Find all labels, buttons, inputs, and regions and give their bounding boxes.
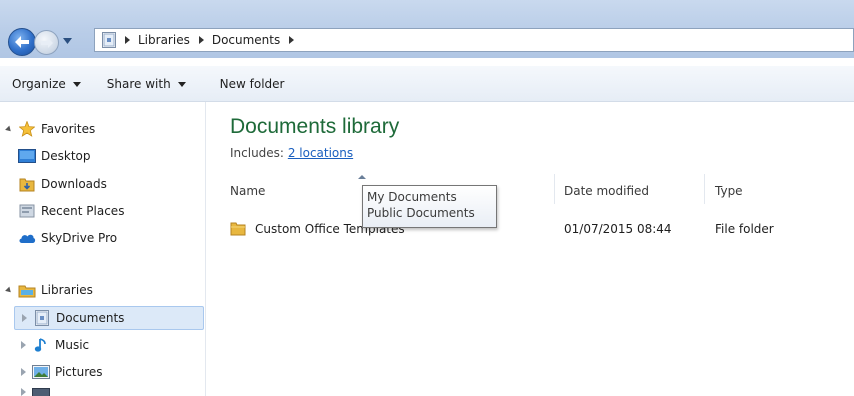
- breadcrumb-separator-icon[interactable]: [289, 36, 295, 44]
- nav-group-label: Favorites: [41, 122, 96, 136]
- nav-item-desktop[interactable]: Desktop: [18, 145, 91, 167]
- share-with-label: Share with: [106, 76, 171, 91]
- nav-item-downloads[interactable]: Downloads: [18, 173, 107, 195]
- column-header-name[interactable]: Name: [230, 184, 265, 198]
- expand-collapse-icon[interactable]: [18, 341, 28, 349]
- breadcrumb-documents[interactable]: Documents: [212, 33, 280, 47]
- file-list-pane: Documents library Includes: 2 locations …: [207, 102, 854, 396]
- organize-label: Organize: [12, 76, 66, 91]
- nav-item-partial[interactable]: [18, 388, 55, 396]
- new-folder-label: New folder: [219, 76, 285, 91]
- column-header-date-modified[interactable]: Date modified: [564, 184, 649, 198]
- nav-item-label: Music: [55, 338, 90, 352]
- nav-item-label: Recent Places: [41, 204, 125, 218]
- folder-icon: [230, 220, 246, 239]
- videos-icon: [32, 388, 50, 396]
- share-with-button[interactable]: Share with: [107, 77, 186, 91]
- documents-library-icon: [102, 32, 116, 48]
- nav-item-skydrive-pro[interactable]: SkyDrive Pro: [18, 227, 117, 249]
- nav-group-libraries[interactable]: Libraries: [4, 279, 93, 301]
- documents-icon: [33, 310, 51, 326]
- locations-link[interactable]: 2 locations: [288, 146, 353, 160]
- nav-item-documents[interactable]: Documents: [14, 306, 204, 330]
- nav-item-label: Downloads: [41, 177, 107, 191]
- downloads-icon: [18, 176, 36, 192]
- table-row[interactable]: Custom Office Templates 01/07/2015 08:44…: [230, 218, 850, 240]
- organize-button[interactable]: Organize: [12, 77, 81, 91]
- back-button[interactable]: [8, 28, 36, 56]
- file-type: File folder: [715, 222, 774, 236]
- skydrive-icon: [18, 230, 36, 246]
- breadcrumb-separator-icon[interactable]: [198, 36, 204, 44]
- recent-places-icon: [18, 203, 36, 219]
- breadcrumb-separator-icon[interactable]: [125, 36, 130, 44]
- recent-pages-dropdown-icon[interactable]: [63, 38, 72, 44]
- nav-item-pictures[interactable]: Pictures: [18, 361, 103, 383]
- tooltip-line: Public Documents: [367, 206, 475, 220]
- includes-label: Includes:: [230, 146, 284, 160]
- chevron-down-icon: [72, 81, 81, 87]
- tooltip-line: My Documents: [367, 190, 457, 204]
- command-bar: Organize Share with New folder: [0, 66, 854, 102]
- column-divider[interactable]: [554, 174, 555, 204]
- pictures-icon: [32, 364, 50, 380]
- expand-collapse-icon[interactable]: [19, 314, 29, 322]
- chevron-down-icon: [177, 81, 186, 87]
- forward-button[interactable]: [34, 30, 59, 55]
- library-includes: Includes: 2 locations: [230, 146, 353, 160]
- breadcrumb-libraries[interactable]: Libraries: [138, 33, 190, 47]
- expand-collapse-icon[interactable]: [18, 388, 28, 396]
- nav-item-recent-places[interactable]: Recent Places: [18, 200, 124, 222]
- star-icon: [18, 121, 36, 137]
- nav-item-label: Documents: [56, 311, 125, 325]
- title-bar: Libraries Documents: [0, 0, 854, 58]
- nav-group-label: Libraries: [41, 283, 93, 297]
- music-icon: [32, 337, 50, 353]
- navigation-pane: Favorites Desktop Downloads Recent Place…: [0, 102, 206, 396]
- expand-collapse-icon[interactable]: [4, 125, 14, 133]
- expand-collapse-icon[interactable]: [18, 368, 28, 376]
- desktop-icon: [18, 148, 36, 164]
- library-title: Documents library: [230, 115, 400, 138]
- locations-tooltip: My Documents Public Documents: [362, 185, 497, 228]
- new-folder-button[interactable]: New folder: [220, 77, 285, 91]
- libraries-icon: [18, 282, 36, 298]
- nav-item-label: SkyDrive Pro: [41, 231, 118, 245]
- sort-ascending-icon: [358, 175, 366, 179]
- arrow-left-icon: [15, 36, 29, 48]
- nav-item-music[interactable]: Music: [18, 334, 89, 356]
- nav-group-favorites[interactable]: Favorites: [4, 118, 95, 140]
- column-divider[interactable]: [704, 174, 705, 204]
- expand-collapse-icon[interactable]: [4, 286, 14, 294]
- column-header-type[interactable]: Type: [715, 184, 743, 198]
- nav-item-label: Desktop: [41, 149, 91, 163]
- nav-item-label: Pictures: [55, 365, 103, 379]
- file-date-modified: 01/07/2015 08:44: [564, 222, 672, 236]
- address-bar[interactable]: Libraries Documents: [94, 28, 854, 52]
- arrow-right-icon: [40, 37, 53, 48]
